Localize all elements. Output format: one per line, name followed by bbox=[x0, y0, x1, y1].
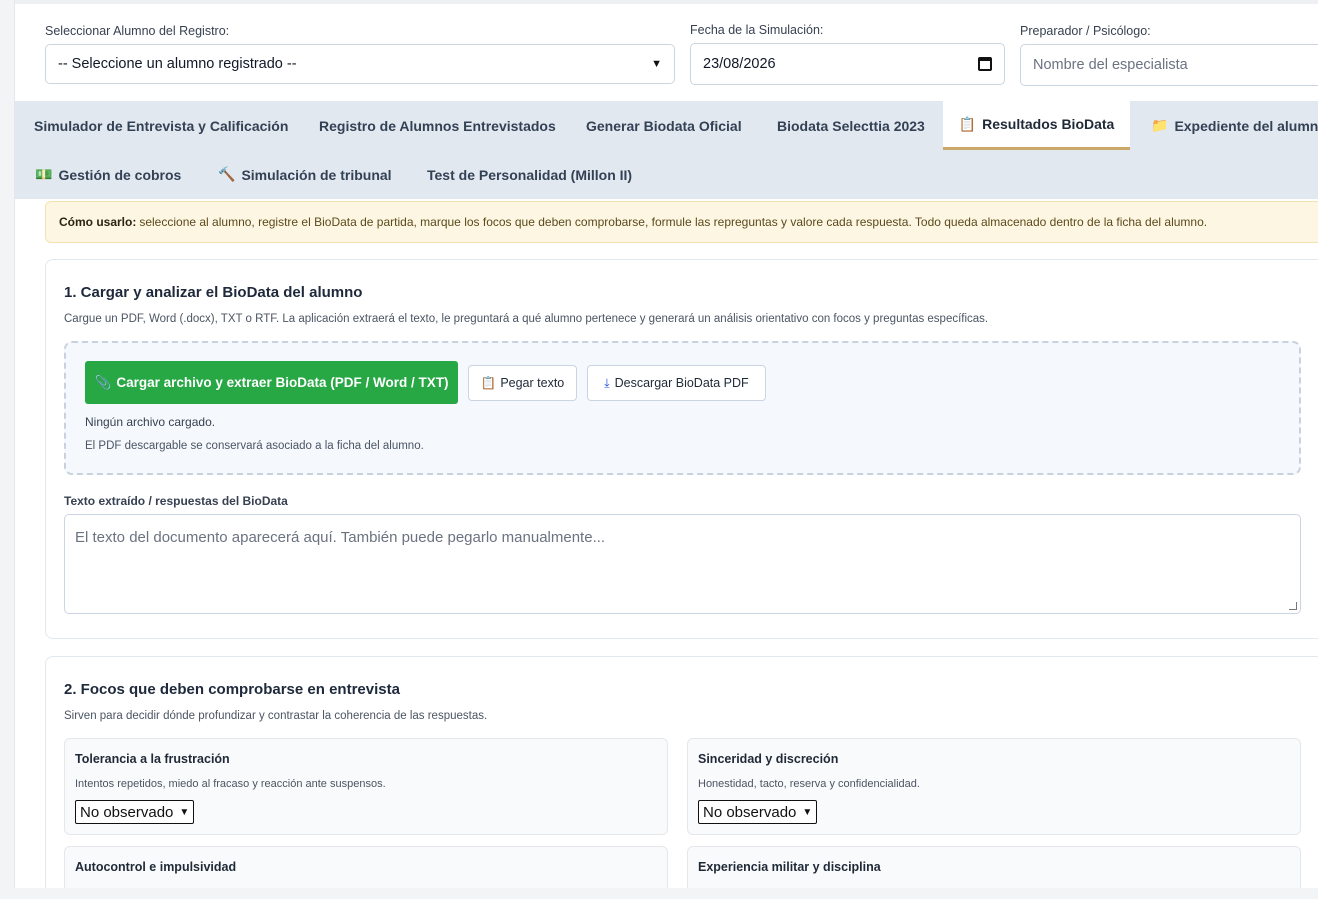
paperclip-icon: 📎 bbox=[94, 374, 112, 390]
tab-label: Generar Biodata Oficial bbox=[586, 117, 742, 134]
upload-file-button[interactable]: 📎 Cargar archivo y extraer BioData (PDF … bbox=[85, 361, 458, 404]
tab-simulador[interactable]: Simulador de Entrevista y Calificación bbox=[34, 101, 288, 150]
gavel-icon: 🔨 bbox=[218, 166, 236, 182]
section1-subtitle: Cargue un PDF, Word (.docx), TXT o RTF. … bbox=[64, 313, 989, 325]
tab-label: Resultados BioData bbox=[982, 116, 1115, 132]
tab-label: Simulación de tribunal bbox=[241, 166, 392, 183]
paste-button-label: Pegar texto bbox=[500, 376, 565, 390]
date-label: Fecha de la Simulación: bbox=[690, 23, 824, 37]
tab-test-personalidad[interactable]: Test de Personalidad (Millon II) bbox=[427, 150, 632, 199]
student-field: Seleccionar Alumno del Registro: -- Sele… bbox=[45, 24, 675, 84]
tab-resultados-biodata[interactable]: 📋 Resultados BioData bbox=[943, 101, 1130, 150]
focus-title: Tolerancia a la frustración bbox=[75, 752, 230, 766]
calendar-icon[interactable] bbox=[978, 57, 992, 71]
focus-select[interactable]: No observado ▼ bbox=[75, 800, 195, 824]
section2-title: 2. Focos que deben comprobarse en entrev… bbox=[64, 681, 400, 698]
textarea-placeholder: El texto del documento aparecerá aquí. T… bbox=[75, 529, 606, 546]
focus-item: Tolerancia a la frustración Intentos rep… bbox=[64, 738, 668, 835]
upload-dropzone[interactable]: 📎 Cargar archivo y extraer BioData (PDF … bbox=[64, 341, 1301, 475]
tab-label: Biodata Selecttia 2023 bbox=[777, 117, 925, 134]
file-status: Ningún archivo cargado. bbox=[85, 415, 216, 429]
app-page: Seleccionar Alumno del Registro: -- Sele… bbox=[14, 0, 1318, 888]
section2-subtitle: Sirven para decidir dónde profundizar y … bbox=[64, 710, 488, 722]
focus-item: Sinceridad y discreción Honestidad, tact… bbox=[687, 738, 1301, 835]
focus-title: Experiencia militar y disciplina bbox=[698, 860, 881, 874]
tab-label: Registro de Alumnos Entrevistados bbox=[319, 117, 556, 134]
file-note: El PDF descargable se conservará asociad… bbox=[85, 440, 424, 452]
preparer-field: Preparador / Psicólogo: Nombre del espec… bbox=[1020, 24, 1318, 86]
biodata-textarea[interactable]: El texto del documento aparecerá aquí. T… bbox=[64, 514, 1301, 614]
tab-generar-biodata[interactable]: Generar Biodata Oficial bbox=[586, 101, 742, 150]
clipboard-icon: 📋 bbox=[480, 375, 497, 390]
download-pdf-button[interactable]: ⤓ Descargar BioData PDF bbox=[587, 365, 766, 401]
focus-select-value: No observado bbox=[703, 803, 797, 821]
focus-description: Honestidad, tacto, reserva y confidencia… bbox=[698, 778, 920, 790]
chevron-down-icon: ▼ bbox=[802, 806, 813, 818]
focus-select[interactable]: No observado ▼ bbox=[698, 800, 818, 824]
focus-item: Experiencia militar y disciplina bbox=[687, 846, 1301, 888]
folder-icon: 📁 bbox=[1151, 117, 1169, 133]
date-input[interactable]: 23/08/2026 bbox=[690, 43, 1005, 85]
student-label: Seleccionar Alumno del Registro: bbox=[45, 24, 230, 38]
chevron-down-icon: ▼ bbox=[179, 806, 190, 818]
download-tray-icon: ⤓ bbox=[604, 375, 610, 390]
tab-gestion-cobros[interactable]: 💵 Gestión de cobros bbox=[35, 150, 181, 199]
tab-registro[interactable]: Registro de Alumnos Entrevistados bbox=[319, 101, 556, 150]
focus-description: Intentos repetidos, miedo al fracaso y r… bbox=[75, 778, 386, 790]
preparer-placeholder: Nombre del especialista bbox=[1033, 57, 1188, 73]
money-icon: 💵 bbox=[35, 166, 53, 182]
tab-label: Simulador de Entrevista y Calificación bbox=[34, 117, 289, 134]
download-button-label: Descargar BioData PDF bbox=[614, 376, 749, 390]
preparer-label: Preparador / Psicólogo: bbox=[1020, 24, 1151, 38]
focus-select-value: No observado bbox=[80, 803, 174, 821]
tab-label: Gestión de cobros bbox=[58, 166, 182, 183]
tab-expediente[interactable]: 📁 Expediente del alumno bbox=[1151, 101, 1318, 150]
tab-label: Expediente del alumno bbox=[1174, 117, 1318, 134]
tab-biodata-selecttia[interactable]: Biodata Selecttia 2023 bbox=[777, 101, 925, 150]
textarea-label: Texto extraído / respuestas del BioData bbox=[64, 494, 288, 508]
tab-label: Test de Personalidad (Millon II) bbox=[427, 166, 633, 183]
focus-title: Sinceridad y discreción bbox=[698, 752, 839, 766]
date-field: Fecha de la Simulación: 23/08/2026 bbox=[690, 23, 1005, 85]
preparer-input[interactable]: Nombre del especialista bbox=[1020, 44, 1318, 86]
clipboard-icon: 📋 bbox=[958, 115, 977, 132]
resize-handle[interactable] bbox=[1289, 602, 1297, 610]
notice-text: seleccione al alumno, registre el BioDat… bbox=[139, 215, 1208, 229]
focus-item: Autocontrol e impulsividad bbox=[64, 846, 668, 888]
paste-text-button[interactable]: 📋 Pegar texto bbox=[468, 365, 577, 401]
tab-simulacion-tribunal[interactable]: 🔨 Simulación de tribunal bbox=[218, 150, 392, 199]
student-select-value: -- Seleccione un alumno registrado -- bbox=[58, 56, 297, 72]
chevron-down-icon: ▼ bbox=[651, 58, 662, 70]
header-form: Seleccionar Alumno del Registro: -- Sele… bbox=[15, 0, 1318, 101]
tab-bar: Simulador de Entrevista y Calificación R… bbox=[15, 101, 1318, 199]
notice-bold: Cómo usarlo: bbox=[59, 215, 137, 229]
focus-title: Autocontrol e impulsividad bbox=[75, 860, 237, 874]
usage-notice: Cómo usarlo: seleccione al alumno, regis… bbox=[45, 201, 1318, 243]
biodata-upload-card: 1. Cargar y analizar el BioData del alum… bbox=[45, 259, 1318, 639]
focus-card: 2. Focos que deben comprobarse en entrev… bbox=[45, 656, 1318, 888]
date-value: 23/08/2026 bbox=[703, 56, 776, 72]
student-select[interactable]: -- Seleccione un alumno registrado -- ▼ bbox=[45, 44, 675, 84]
section1-title: 1. Cargar y analizar el BioData del alum… bbox=[64, 284, 363, 301]
upload-button-label: Cargar archivo y extraer BioData (PDF / … bbox=[116, 375, 449, 390]
